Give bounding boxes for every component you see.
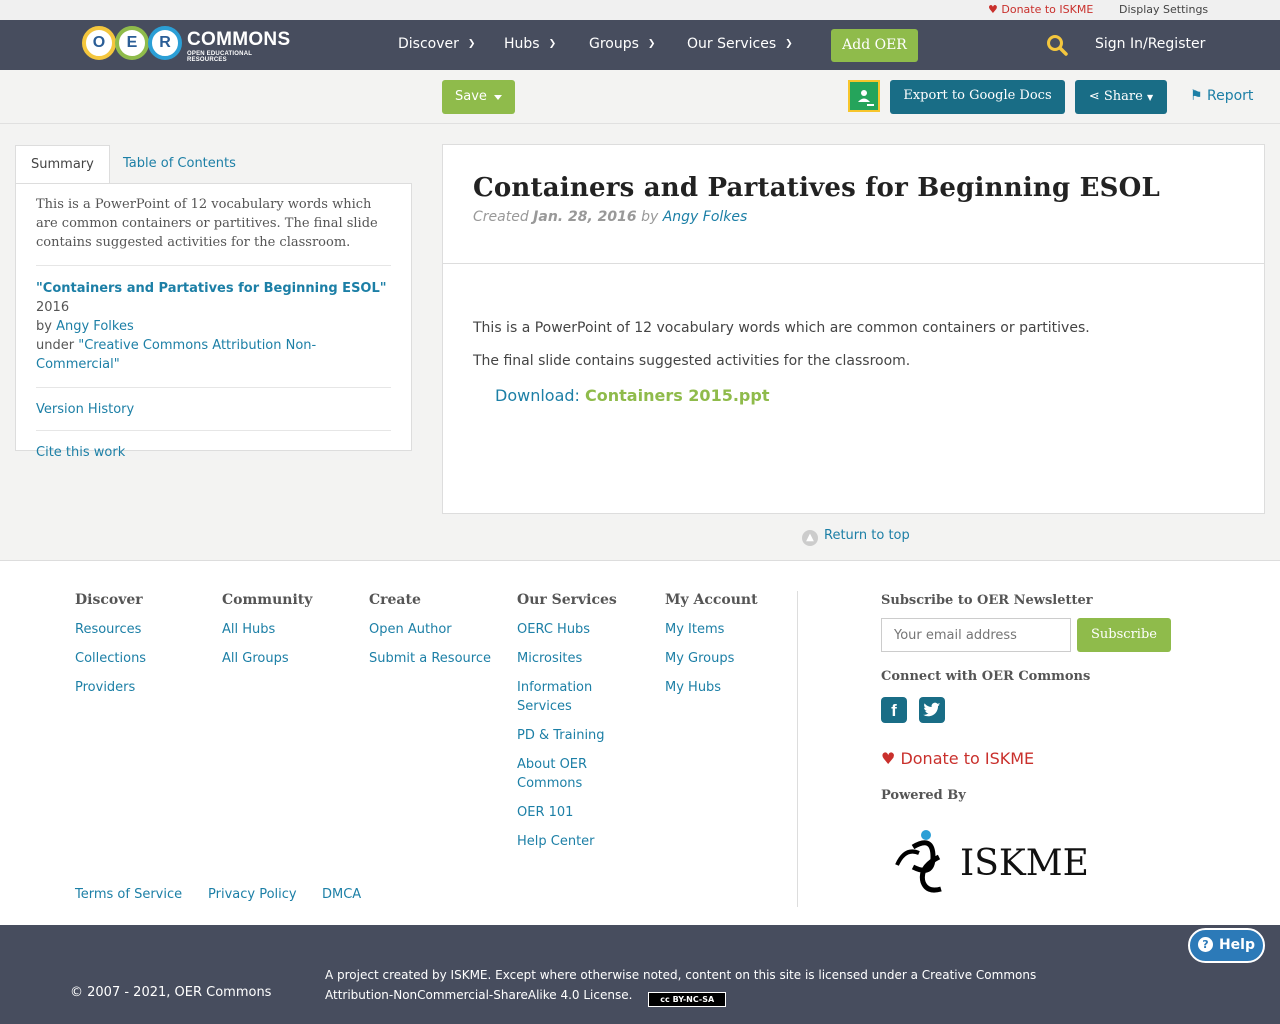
footer-link-about[interactable]: About OER Commons [517,755,627,793]
footer-link-all-hubs[interactable]: All Hubs [222,620,352,639]
iskme-logo[interactable]: ISKME [893,827,1093,897]
question-icon: ? [1197,937,1213,952]
resource-content: Containers and Partatives for Beginning … [442,144,1265,514]
footer-link-open-author[interactable]: Open Author [369,620,509,639]
download-file-link[interactable]: Containers 2015.ppt [585,386,769,405]
newsletter-title: Subscribe to OER Newsletter [881,593,1093,608]
facebook-icon[interactable]: f [881,697,907,723]
footer-community: Community All Hubs All Groups [222,592,352,678]
footer-link-my-items[interactable]: My Items [665,620,785,639]
heart-icon: ♥ [988,3,998,16]
email-input[interactable] [881,618,1071,652]
action-bar: Save Export to Google Docs ⋖ Share ▼ ⚑ R… [0,70,1280,124]
resource-body: This is a PowerPoint of 12 vocabulary wo… [443,264,1264,405]
chevron-down-icon: ❯ [467,39,476,49]
report-link[interactable]: ⚑ Report [1190,88,1253,104]
footer-services: Our Services OERC Hubs Microsites Inform… [517,592,627,861]
summary-panel: This is a PowerPoint of 12 vocabulary wo… [15,183,412,460]
description-paragraph: This is a PowerPoint of 12 vocabulary wo… [473,320,1090,336]
footer-link-resources[interactable]: Resources [75,620,205,639]
chevron-down-icon: ❯ [647,39,656,49]
footer-link-my-groups[interactable]: My Groups [665,649,785,668]
search-icon[interactable] [1046,34,1068,56]
subscribe-button[interactable]: Subscribe [1077,618,1171,652]
version-history-link[interactable]: Version History [36,402,134,417]
twitter-icon[interactable] [919,697,945,723]
chevron-down-icon: ❯ [548,39,557,49]
page-title: Containers and Partatives for Beginning … [473,173,1160,203]
heart-icon: ♥ [881,749,896,768]
footer-link-providers[interactable]: Providers [75,678,205,697]
sign-in-register-link[interactable]: Sign In/Register [1095,36,1205,52]
oer-commons-logo[interactable]: O E R COMMONS OPEN EDUCATIONAL RESOURCES [82,25,290,63]
share-button[interactable]: ⋖ Share ▼ [1075,80,1167,114]
footer-link-oer-101[interactable]: OER 101 [517,803,627,822]
bottom-bar: © 2007 - 2021, OER Commons A project cre… [0,925,1280,1024]
return-to-top-link[interactable]: ▲ Return to top [802,528,910,546]
cc-license-badge[interactable]: cc BY-NC-SA [648,992,727,1007]
donate-link[interactable]: ♥ Donate to ISKME [988,3,1093,16]
attribution: "Containers and Partatives for Beginning… [36,266,391,388]
share-icon: ⋖ [1088,89,1100,104]
sidebar-tabs: Summary Table of Contents [15,145,412,185]
footer-link-help-center[interactable]: Help Center [517,832,627,851]
footer-link-collections[interactable]: Collections [75,649,205,668]
summary-text: This is a PowerPoint of 12 vocabulary wo… [36,195,391,266]
resource-header: Containers and Partatives for Beginning … [443,145,1264,264]
footer-link-microsites[interactable]: Microsites [517,649,627,668]
nav-hubs[interactable]: Hubs ❯ [504,36,556,52]
cite-work-link[interactable]: Cite this work [36,445,125,460]
footer-create: Create Open Author Submit a Resource [369,592,509,678]
author-link[interactable]: Angy Folkes [56,319,134,334]
connect-title: Connect with OER Commons [881,669,1091,684]
download-line: Download: Containers 2015.ppt [495,386,770,405]
nav-our-services[interactable]: Our Services ❯ [687,36,793,52]
arrow-up-icon: ▲ [802,530,818,546]
add-oer-button[interactable]: Add OER [831,29,918,62]
footer-link-my-hubs[interactable]: My Hubs [665,678,785,697]
save-button[interactable]: Save [442,80,515,114]
display-settings-link[interactable]: Display Settings [1119,3,1208,16]
copyright: © 2007 - 2021, OER Commons [70,985,272,1000]
resource-author-link[interactable]: Angy Folkes [663,209,748,225]
chevron-down-icon: ❯ [785,39,793,49]
footer-donate-link[interactable]: ♥ Donate to ISKME [881,749,1034,768]
main-nav: O E R COMMONS OPEN EDUCATIONAL RESOURCES… [0,20,1280,70]
export-google-docs-button[interactable]: Export to Google Docs [890,80,1065,114]
caret-down-icon [494,95,502,100]
utility-bar: ♥ Donate to ISKME Display Settings [0,0,1280,20]
flag-icon: ⚑ [1190,88,1203,104]
caret-down-icon: ▼ [1146,93,1154,102]
work-title-link[interactable]: "Containers and Partatives for Beginning… [36,281,387,296]
footer-link-oerc-hubs[interactable]: OERC Hubs [517,620,627,639]
nav-groups[interactable]: Groups ❯ [589,36,655,52]
footer-link-information-services[interactable]: Information Services [517,678,627,716]
terms-of-service-link[interactable]: Terms of Service [75,887,182,902]
license-notice: A project created by ISKME. Except where… [325,965,1085,1007]
footer-discover: Discover Resources Collections Providers [75,592,205,707]
footer-divider [797,591,798,907]
dmca-link[interactable]: DMCA [322,887,361,902]
help-button[interactable]: ? Help [1188,928,1265,963]
description-paragraph: The final slide contains suggested activ… [473,353,911,369]
powered-by-label: Powered By [881,788,966,803]
license-link[interactable]: "Creative Commons Attribution Non-Commer… [36,338,316,372]
tab-table-of-contents[interactable]: Table of Contents [108,145,251,184]
footer: Discover Resources Collections Providers… [0,560,1280,925]
tab-summary[interactable]: Summary [15,145,110,185]
privacy-policy-link[interactable]: Privacy Policy [208,887,297,902]
footer-link-pd-training[interactable]: PD & Training [517,726,627,745]
footer-account: My Account My Items My Groups My Hubs [665,592,785,707]
footer-link-all-groups[interactable]: All Groups [222,649,352,668]
nav-discover[interactable]: Discover ❯ [398,36,475,52]
google-classroom-icon[interactable] [848,80,880,112]
resource-meta: Created Jan. 28, 2016 by Angy Folkes [473,209,748,225]
footer-link-submit-resource[interactable]: Submit a Resource [369,649,509,668]
